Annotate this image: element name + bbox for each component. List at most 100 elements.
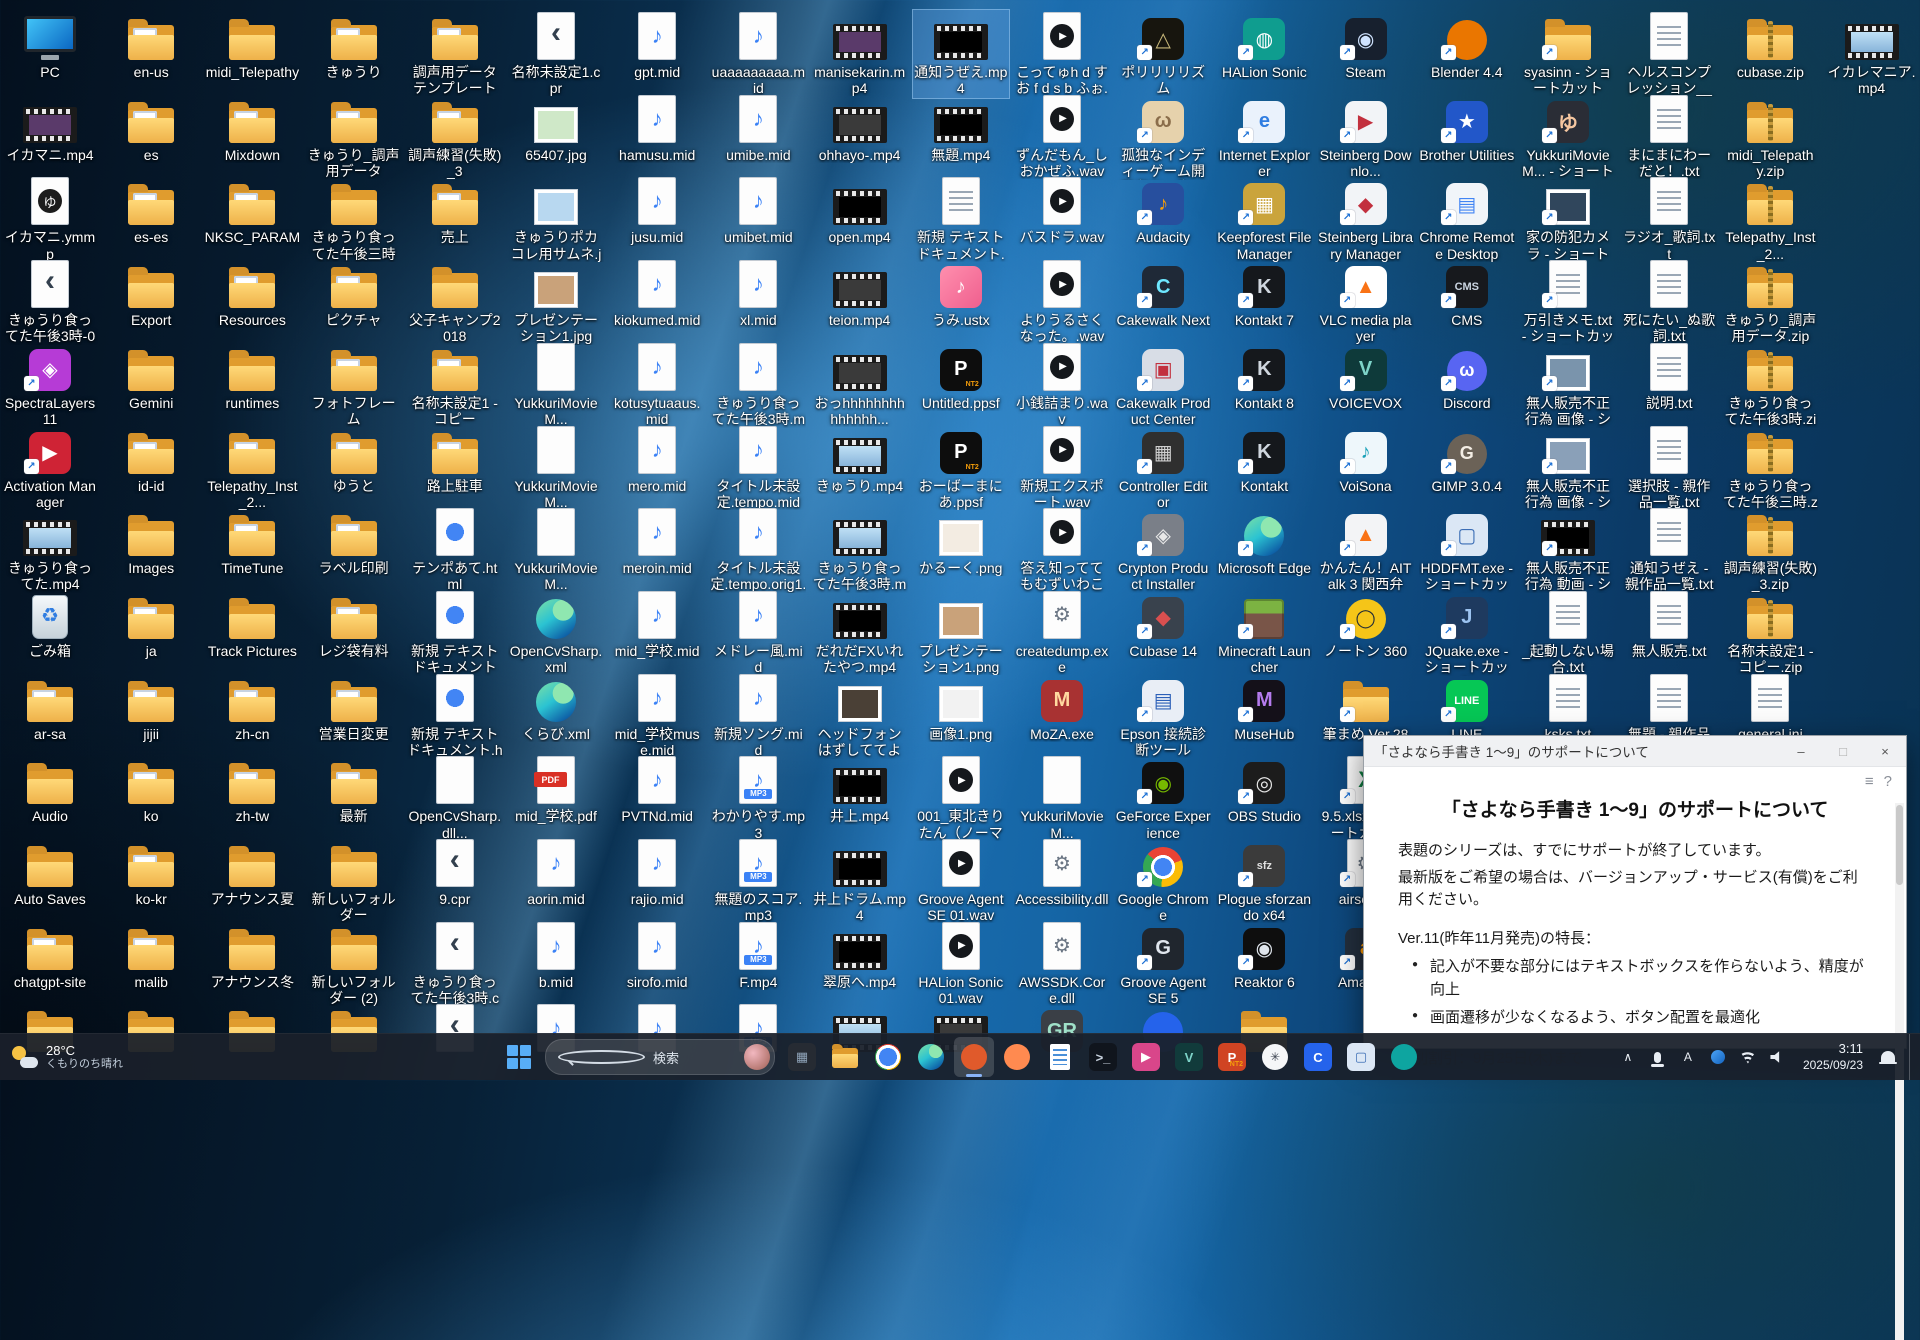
desktop-icon[interactable]: ◈↗SpectraLayers 11 — [2, 341, 98, 429]
desktop-icon[interactable]: △↗ポリリリリズム — [1115, 10, 1211, 98]
desktop-icon[interactable]: J↗JQuake.exe - ショートカット — [1419, 589, 1515, 678]
hidden-icons-chevron[interactable]: ∧ — [1615, 1039, 1641, 1075]
taskbar-app-notepad[interactable] — [1040, 1037, 1080, 1077]
desktop-icon[interactable]: ▢↗HDDFMT.exe - ショートカット — [1419, 506, 1515, 595]
desktop-icon[interactable]: general.ini — [1722, 672, 1818, 744]
desktop-icon[interactable]: midi_Telepathy — [204, 10, 300, 82]
desktop-icon[interactable]: ♪umibet.mid — [710, 175, 806, 247]
desktop-icon[interactable]: ♪MP3わかりやす.mp3 — [710, 754, 806, 842]
desktop-icon[interactable]: 通知うぜえ - 親作品一覧.txt — [1621, 506, 1717, 594]
desktop-icon[interactable]: きゅうり食ってた午後三時 — [306, 175, 402, 263]
taskbar-app-pinned-media-app[interactable]: ▦ — [782, 1037, 822, 1077]
desktop-icon[interactable]: ♪PVTNd.mid — [609, 754, 705, 826]
volume-icon[interactable] — [1765, 1039, 1791, 1075]
desktop-icon[interactable]: K↗Kontakt — [1216, 424, 1312, 496]
desktop-icon[interactable]: ♪mid_学校muse.mid — [609, 672, 705, 760]
desktop-icon[interactable]: アナウンス冬 — [204, 920, 300, 992]
desktop-icon[interactable]: Export — [103, 258, 199, 330]
desktop-icon[interactable]: _起動しない場合.txt — [1520, 589, 1616, 677]
desktop-icon[interactable]: レジ袋有料 — [306, 589, 402, 661]
desktop-icon[interactable]: 父子キャンプ2018 — [407, 258, 503, 346]
clock[interactable]: 3:11 2025/09/23 — [1795, 1041, 1871, 1072]
maximize-button[interactable]: □ — [1822, 736, 1864, 766]
desktop-icon[interactable]: K↗Kontakt 7 — [1216, 258, 1312, 330]
desktop-icon[interactable]: きゅうり食ってた午後3時.mp4 — [812, 506, 908, 595]
desktop-icon[interactable]: PC — [2, 10, 98, 82]
desktop-icon[interactable]: ▶小銭詰まり.wav — [1014, 341, 1110, 429]
desktop-icon[interactable]: LINE↗LINE — [1419, 672, 1515, 744]
desktop-icon[interactable]: ◉↗Reaktor 6 — [1216, 920, 1312, 992]
dialog-titlebar[interactable]: 「さよなら手書き 1～9」のサポートについて – □ × — [1364, 736, 1906, 767]
desktop-icon[interactable]: teion.mp4 — [812, 258, 908, 330]
desktop-icon[interactable]: 調声練習(失敗)_3.zip — [1722, 506, 1818, 594]
desktop-icon[interactable]: ▶ずんだもん_しおかぜふ.wav — [1014, 93, 1110, 181]
desktop-icon[interactable]: ♪jusu.mid — [609, 175, 705, 247]
desktop-icon[interactable]: ▦↗Controller Editor — [1115, 424, 1211, 512]
desktop-icon[interactable]: 井上.mp4 — [812, 754, 908, 826]
desktop-icon[interactable]: 名称未設定1 - コピー.zip — [1722, 589, 1818, 677]
desktop-icon[interactable]: ♪hamusu.mid — [609, 93, 705, 165]
desktop-icon[interactable]: YukkuriMovieM... — [508, 506, 604, 594]
desktop-icon[interactable]: ◍↗HALion Sonic — [1216, 10, 1312, 82]
desktop-icon[interactable]: ◉↗GeForce Experience — [1115, 754, 1211, 842]
desktop-icon[interactable]: 新規 テキスト ドキュメント.html — [407, 672, 503, 761]
desktop-icon[interactable]: ラベル印刷 — [306, 506, 402, 578]
desktop-icon[interactable]: プレゼンテーション1.jpg — [508, 258, 604, 346]
desktop-icon[interactable]: id-id — [103, 424, 199, 496]
desktop-icon[interactable]: だれだFXいれたやつ.mp4 — [812, 589, 908, 677]
desktop-icon[interactable]: ♪↗VoiSona — [1318, 424, 1414, 496]
desktop-icon[interactable]: es-es — [103, 175, 199, 247]
desktop-icon[interactable]: 65407.jpg — [508, 93, 604, 165]
desktop-icon[interactable]: ↗筆まめ Ver.28 — [1318, 672, 1414, 744]
desktop-icon[interactable]: ja — [103, 589, 199, 661]
desktop-icon[interactable]: open.mp4 — [812, 175, 908, 247]
desktop-icon[interactable]: runtimes — [204, 341, 300, 413]
desktop-icon[interactable]: C↗Cakewalk Next — [1115, 258, 1211, 330]
desktop-icon[interactable]: zh-tw — [204, 754, 300, 826]
desktop-icon[interactable]: manisekarin.mp4 — [812, 10, 908, 98]
ime-mode-indicator[interactable]: A — [1675, 1039, 1701, 1075]
desktop-icon[interactable]: zh-cn — [204, 672, 300, 744]
desktop-icon[interactable]: 無人販売.txt — [1621, 589, 1717, 661]
desktop-icon[interactable]: 最新 — [306, 754, 402, 826]
start-button[interactable] — [500, 1037, 538, 1077]
desktop-icon[interactable]: 路上駐車 — [407, 424, 503, 496]
desktop-icon[interactable]: ↗Blender 4.4 — [1419, 10, 1515, 82]
desktop-icon[interactable]: 説明.txt — [1621, 341, 1717, 413]
desktop-icon[interactable]: Resources — [204, 258, 300, 330]
desktop-icon[interactable]: e↗Internet Explorer — [1216, 93, 1312, 181]
taskbar-app-remote-window-app[interactable]: ▢ — [1341, 1037, 1381, 1077]
desktop-icon[interactable]: ♪aorin.mid — [508, 837, 604, 909]
desktop-icon[interactable]: V↗VOICEVOX — [1318, 341, 1414, 413]
desktop-icon[interactable]: ↗syasinn - ショートカット — [1520, 10, 1616, 98]
desktop-icon[interactable]: ♪mid_学校.mid — [609, 589, 705, 661]
desktop-icon[interactable]: ‹9.cpr — [407, 837, 503, 909]
desktop-icon[interactable]: ▶よりうるさくなった。.wav — [1014, 258, 1110, 346]
desktop-icon[interactable]: きゅうり — [306, 10, 402, 82]
desktop-icon[interactable]: プレゼンテーション1.png — [913, 589, 1009, 677]
taskbar-app-orange-browser[interactable] — [997, 1037, 1037, 1077]
desktop-icon[interactable]: ↗万引きメモ.txt - ショートカット — [1520, 258, 1616, 347]
desktop-icon[interactable]: きゅうり_調声用データ — [306, 93, 402, 181]
desktop-icon[interactable]: ar-sa — [2, 672, 98, 744]
desktop-icon[interactable]: jijii — [103, 672, 199, 744]
desktop-icon[interactable]: es — [103, 93, 199, 165]
desktop-icon[interactable]: ▶バスドラ.wav — [1014, 175, 1110, 247]
desktop-icon[interactable]: ◆↗Steinberg Library Manager — [1318, 175, 1414, 263]
desktop-icon[interactable]: ◎↗OBS Studio — [1216, 754, 1312, 826]
taskbar-app-chatgpt[interactable]: ✳ — [1255, 1037, 1295, 1077]
taskbar-app-terminal[interactable]: >_ — [1083, 1037, 1123, 1077]
desktop-icon[interactable]: 画像1.png — [913, 672, 1009, 744]
desktop-icon[interactable]: 通知うぜえ.mp4 — [913, 10, 1009, 98]
desktop-icon[interactable]: ohhayo-.mp4 — [812, 93, 908, 165]
desktop-icon[interactable]: ω↗孤独なインディーゲーム開発者の一生 ... — [1115, 93, 1211, 182]
desktop-icon[interactable]: ▶001_東北きりたん（ノーマル）_今じゃ... — [913, 754, 1009, 843]
desktop-icon[interactable]: まにまにわーだと！.txt — [1621, 93, 1717, 181]
desktop-icon[interactable]: ヘッドフォンはずしててよかっt.mp4 — [812, 672, 908, 761]
desktop-icon[interactable]: きゅうりポカコレ用サムネ.jpg — [508, 175, 604, 264]
desktop-icon[interactable]: 新規 テキスト ドキュメント.musicxml — [913, 175, 1009, 264]
desktop-icon[interactable]: ゆイカマニ.ymmp — [2, 175, 98, 263]
desktop-icon[interactable]: イカマニ.mp4 — [2, 93, 98, 165]
desktop-icon[interactable]: CMS↗CMS — [1419, 258, 1515, 330]
close-button[interactable]: × — [1864, 736, 1906, 766]
